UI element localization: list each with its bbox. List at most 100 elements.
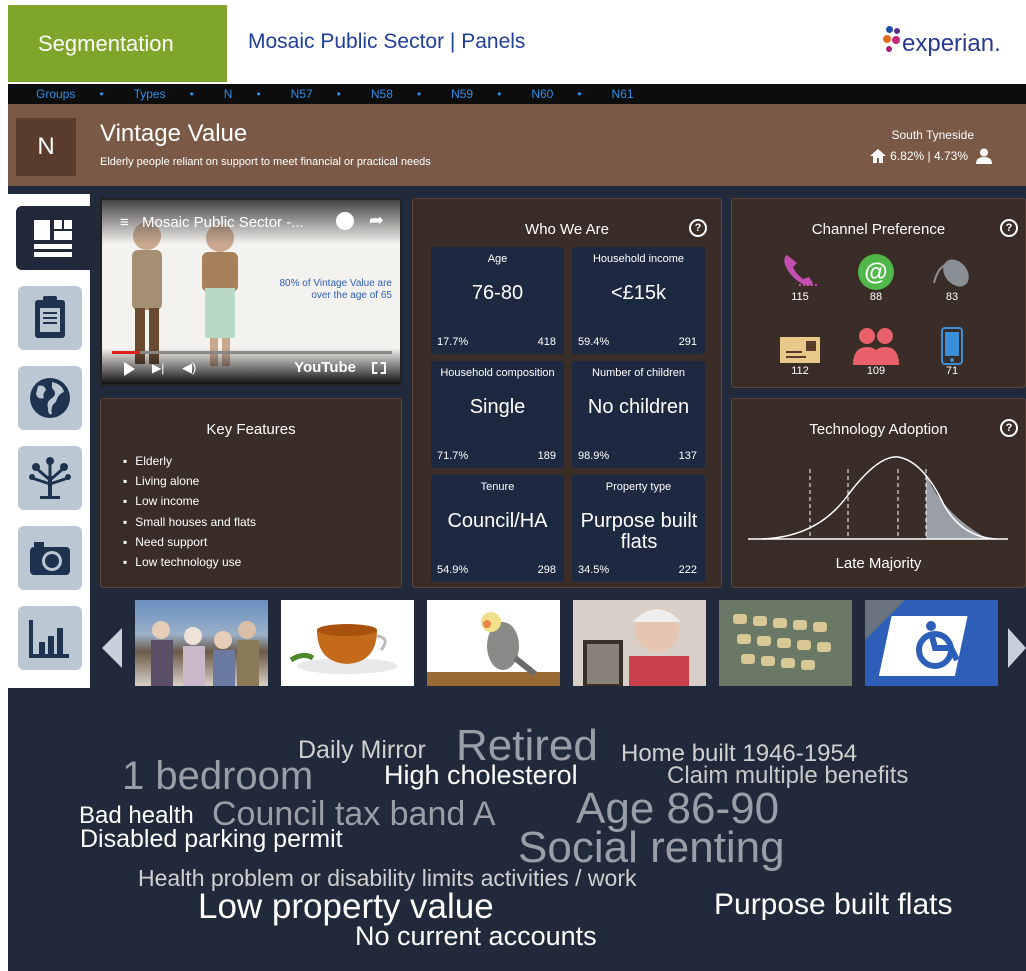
share-icon[interactable]: ➦ [369, 210, 384, 231]
breadcrumb-separator: • [189, 87, 194, 101]
household-income-tile[interactable]: Household income <£15k 59.4% 291 [572, 247, 705, 354]
list-item: Low income [123, 491, 256, 511]
area-percentages: 6.82% | 4.73% [890, 149, 968, 163]
channel-email[interactable]: @ 88 [846, 251, 906, 303]
tea-cup-photo[interactable] [281, 600, 414, 686]
tile-label: Age [487, 253, 508, 265]
letter-icon [780, 337, 820, 363]
tile-index: 298 [537, 564, 556, 576]
channel-mobile[interactable]: 71 [922, 325, 982, 377]
breadcrumb-groups[interactable]: Groups [36, 87, 75, 101]
channel-online[interactable]: 83 [922, 251, 982, 303]
pill-pack-photo[interactable] [719, 600, 852, 686]
list-item: Low technology use [123, 552, 256, 572]
breadcrumb-n59[interactable]: N59 [451, 87, 473, 101]
globe-icon [30, 378, 70, 418]
disabled-parking-photo[interactable] [865, 600, 998, 686]
list-item: Elderly [123, 451, 256, 471]
household-composition-tile[interactable]: Household composition Single 71.7% 189 [431, 361, 564, 468]
fullscreen-icon[interactable] [372, 362, 386, 374]
app-title: Mosaic Public Sector | Panels [248, 30, 526, 53]
group-banner: N Vintage Value Elderly people reliant o… [8, 104, 1026, 186]
word-cloud-term: 1 bedroom [122, 754, 314, 798]
person-icon [976, 148, 992, 164]
breadcrumb-n58[interactable]: N58 [371, 87, 393, 101]
property-type-tile[interactable]: Property type Purpose built flats 34.5% … [572, 475, 705, 582]
tenure-tile[interactable]: Tenure Council/HA 54.9% 298 [431, 475, 564, 582]
tile-index: 291 [678, 336, 697, 348]
video-player[interactable]: ≡ Mosaic Public Sector -... ➦ 80% of Vint… [100, 198, 402, 386]
logo-wordmark: experian. [902, 30, 1001, 57]
logo-dots-icon [882, 26, 904, 62]
breadcrumb-n60[interactable]: N60 [531, 87, 553, 101]
breadcrumb-n61[interactable]: N61 [612, 87, 634, 101]
help-icon[interactable]: ? [1000, 419, 1018, 437]
side-navigation [8, 194, 90, 688]
key-features-panel: Key Features Elderly Living alone Low in… [100, 398, 402, 588]
word-cloud: Daily Mirror Retired Home built 1946-195… [8, 690, 1026, 971]
experian-logo[interactable]: experian. [882, 26, 1014, 62]
photo-next-arrow[interactable] [1008, 628, 1026, 668]
help-icon[interactable]: ? [1000, 219, 1018, 237]
nav-overview[interactable] [16, 206, 90, 270]
tile-value: 76-80 [471, 282, 524, 304]
nav-lifestyle[interactable] [18, 446, 82, 510]
adoption-curve [748, 456, 1008, 540]
mouse-icon [933, 259, 969, 287]
segmentation-tab[interactable]: Segmentation [8, 5, 227, 82]
tile-index: 418 [537, 336, 556, 348]
channel-face-to-face[interactable]: 109 [846, 325, 906, 377]
number-of-children-tile[interactable]: Number of children No children 98.9% 137 [572, 361, 705, 468]
technology-adoption-panel: Technology Adoption ? Late Majority [731, 398, 1026, 588]
breadcrumb-types[interactable]: Types [134, 87, 166, 101]
svg-text:@: @ [864, 259, 887, 286]
age-tile[interactable]: Age 76-80 17.7% 418 [431, 247, 564, 354]
tile-percentage: 98.9% [578, 450, 610, 462]
tile-label: Tenure [480, 481, 515, 493]
group-title: Vintage Value [100, 120, 248, 147]
channel-post[interactable]: 112 [770, 325, 830, 377]
area-name: South Tyneside [891, 128, 974, 142]
help-icon[interactable]: ? [689, 219, 707, 237]
key-features-title: Key Features [206, 421, 296, 438]
list-item: Need support [123, 532, 256, 552]
tile-label: Number of children [592, 367, 685, 379]
who-we-are-panel: Who We Are ? Age 76-80 17.7% 418 Househo… [412, 198, 722, 588]
people-icon [853, 328, 899, 365]
word-cloud-term: No current accounts [355, 921, 597, 951]
play-icon[interactable] [124, 362, 135, 376]
next-icon[interactable]: ▶| [152, 361, 164, 375]
channel-value: 71 [945, 365, 959, 377]
video-title: Mosaic Public Sector -... [142, 214, 304, 231]
dashboard-icon [34, 220, 72, 257]
volume-icon[interactable]: ◀) [182, 360, 196, 376]
list-item: Small houses and flats [123, 512, 256, 532]
video-progress-bar[interactable] [112, 351, 392, 354]
cockatiel-photo[interactable] [427, 600, 560, 686]
nav-photos[interactable] [18, 526, 82, 590]
elderly-group-photo[interactable] [135, 600, 268, 686]
channel-preference-panel: Channel Preference ? 115 @ 88 83 112 109… [731, 198, 1026, 388]
channel-value: 83 [945, 291, 959, 303]
nav-map[interactable] [18, 366, 82, 430]
tile-value: Council/HA [447, 510, 548, 532]
key-features-list: Elderly Living alone Low income Small ho… [123, 451, 256, 572]
word-cloud-term: Social renting [518, 823, 785, 872]
group-code-badge: N [16, 118, 76, 176]
channel-phone[interactable]: 115 [770, 251, 830, 303]
nav-charts[interactable] [18, 606, 82, 670]
mobile-icon [941, 327, 963, 365]
top-bar: Segmentation Mosaic Public Sector | Pane… [0, 0, 1026, 82]
tile-label: Household income [592, 253, 685, 265]
breadcrumb-n57[interactable]: N57 [291, 87, 313, 101]
elderly-woman-photo[interactable] [573, 600, 706, 686]
area-stats: 6.82% | 4.73% [870, 148, 992, 164]
breadcrumb-n[interactable]: N [224, 87, 233, 101]
tile-label: Household composition [440, 367, 555, 379]
tile-value: Single [469, 396, 526, 418]
nav-report[interactable] [18, 286, 82, 350]
youtube-logo[interactable]: YouTube [294, 359, 356, 376]
tile-percentage: 54.9% [437, 564, 469, 576]
watch-later-icon[interactable] [336, 212, 354, 230]
video-progress-fill [112, 351, 140, 354]
